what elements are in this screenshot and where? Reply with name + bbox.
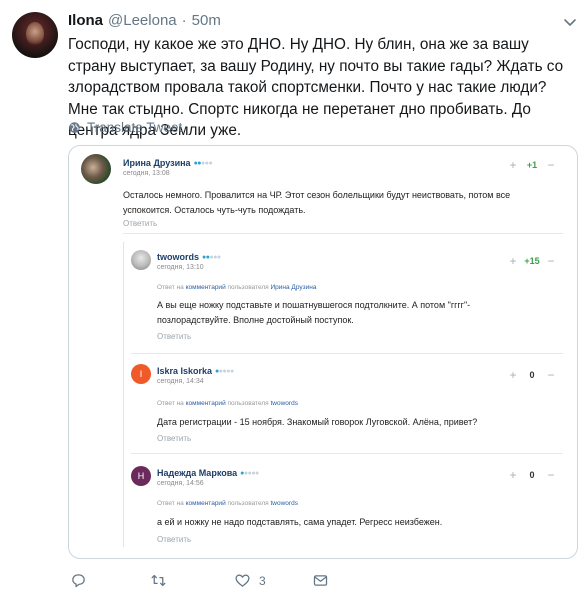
divider: [123, 233, 563, 234]
reply-button[interactable]: Ответить: [157, 332, 191, 341]
author-name: twowords: [157, 252, 199, 262]
user-handle[interactable]: @Leelona: [108, 12, 177, 29]
comment-score: 0: [529, 470, 535, 480]
comment-avatar: [81, 154, 111, 184]
reply-reference: Ответ на комментарий пользователя twowor…: [157, 500, 298, 507]
rating-dots: ●●●●●: [193, 160, 213, 168]
upvote-button[interactable]: +: [505, 468, 521, 482]
comment-author[interactable]: twowords ●●●●●: [157, 252, 221, 262]
upvote-button[interactable]: +: [505, 254, 521, 268]
reply-prefix: Ответ на: [157, 400, 184, 407]
divider: [131, 453, 563, 454]
mail-icon: [313, 575, 328, 586]
translate-tweet-link[interactable]: Translate Tweet: [68, 120, 182, 135]
author-name: Ирина Друзина: [123, 158, 191, 168]
comment-avatar: [131, 250, 151, 270]
reply-prefix: Ответ на: [157, 284, 184, 291]
comment-date: сегодня, 13:10: [157, 264, 204, 271]
reply-comment-link[interactable]: комментарий: [186, 284, 226, 291]
embedded-image[interactable]: Ирина Друзина ●●●●● сегодня, 13:08 + +1 −…: [68, 145, 578, 559]
comment-text: а ей и ножку не надо подставлять, сама у…: [157, 517, 443, 527]
header-separator: ·: [181, 12, 187, 29]
comment-text: Осталось немного. Провалится на ЧР. Этот…: [123, 190, 511, 215]
vote-control: + 0 −: [505, 368, 559, 382]
reply-user-link[interactable]: twowords: [271, 400, 298, 407]
rating-dots: ●●●●●: [202, 254, 221, 262]
comment-score: 0: [529, 370, 535, 380]
comment-author[interactable]: Надежда Маркова ●●●●●: [157, 468, 259, 478]
rating-dots: ●●●●●: [240, 470, 259, 478]
comment-date: сегодня, 14:34: [157, 378, 204, 385]
reply-reference: Ответ на комментарий пользователя Ирина …: [157, 284, 316, 291]
comment-avatar: I: [131, 364, 151, 384]
avatar-letter: I: [139, 369, 143, 379]
reply-mid: пользователя: [227, 284, 269, 291]
divider: [131, 353, 563, 354]
thread-line: [123, 242, 124, 547]
comment-score: +1: [526, 160, 538, 170]
reply-icon: [72, 574, 85, 588]
heart-icon: [235, 574, 250, 587]
downvote-button[interactable]: −: [543, 158, 559, 172]
share-action[interactable]: [312, 572, 329, 589]
reply-button[interactable]: Ответить: [157, 535, 191, 544]
downvote-button[interactable]: −: [543, 468, 559, 482]
reply-comment-link[interactable]: комментарий: [186, 400, 226, 407]
downvote-button[interactable]: −: [543, 254, 559, 268]
reply-prefix: Ответ на: [157, 500, 184, 507]
reply-button[interactable]: Ответить: [157, 434, 191, 443]
like-count: 3: [259, 573, 266, 588]
reply-user-link[interactable]: Ирина Друзина: [271, 284, 317, 291]
comment-text: А вы еще ножку подставьте и пошатнувшего…: [157, 300, 471, 325]
reply-user-link[interactable]: twowords: [271, 500, 298, 507]
downvote-button[interactable]: −: [543, 368, 559, 382]
comment-date: сегодня, 14:56: [157, 480, 204, 487]
tweet-timestamp[interactable]: 50m: [192, 12, 221, 29]
upvote-button[interactable]: +: [505, 368, 521, 382]
comment-text: Дата регистрации - 15 ноября. Знакомый г…: [157, 417, 478, 427]
tweet-actions: 3: [68, 572, 348, 594]
display-name[interactable]: Ilona: [68, 12, 103, 29]
vote-control: + +1 −: [505, 158, 559, 172]
user-avatar[interactable]: [12, 12, 58, 58]
reply-action[interactable]: [70, 572, 95, 589]
reply-mid: пользователя: [227, 500, 269, 507]
comment-author[interactable]: Iskra Iskorka ●●●●●: [157, 366, 234, 376]
tweet-header: Ilona @Leelona · 50m: [68, 12, 221, 32]
reply-mid: пользователя: [227, 400, 269, 407]
comment-date: сегодня, 13:08: [123, 170, 170, 177]
globe-icon: [69, 122, 80, 133]
comment-avatar: Н: [131, 466, 151, 486]
author-name: Iskra Iskorka: [157, 366, 213, 376]
reply-reference: Ответ на комментарий пользователя twowor…: [157, 400, 298, 407]
avatar-letter: Н: [137, 471, 145, 481]
rating-dots: ●●●●●: [215, 368, 234, 376]
comment-author[interactable]: Ирина Друзина ●●●●●: [123, 158, 213, 168]
like-action[interactable]: 3: [234, 572, 266, 589]
upvote-button[interactable]: +: [505, 158, 521, 172]
reply-comment-link[interactable]: комментарий: [186, 500, 226, 507]
retweet-action[interactable]: [150, 572, 175, 589]
translate-label: Translate Tweet: [87, 120, 183, 135]
tweet: Ilona @Leelona · 50m Господи, ну какое ж…: [0, 0, 588, 599]
reply-button[interactable]: Ответить: [123, 219, 157, 228]
vote-control: + +15 −: [505, 254, 559, 268]
retweet-icon: [151, 574, 166, 587]
comment-score: +15: [524, 256, 540, 266]
vote-control: + 0 −: [505, 468, 559, 482]
chevron-down-icon[interactable]: [562, 14, 578, 30]
author-name: Надежда Маркова: [157, 468, 238, 478]
